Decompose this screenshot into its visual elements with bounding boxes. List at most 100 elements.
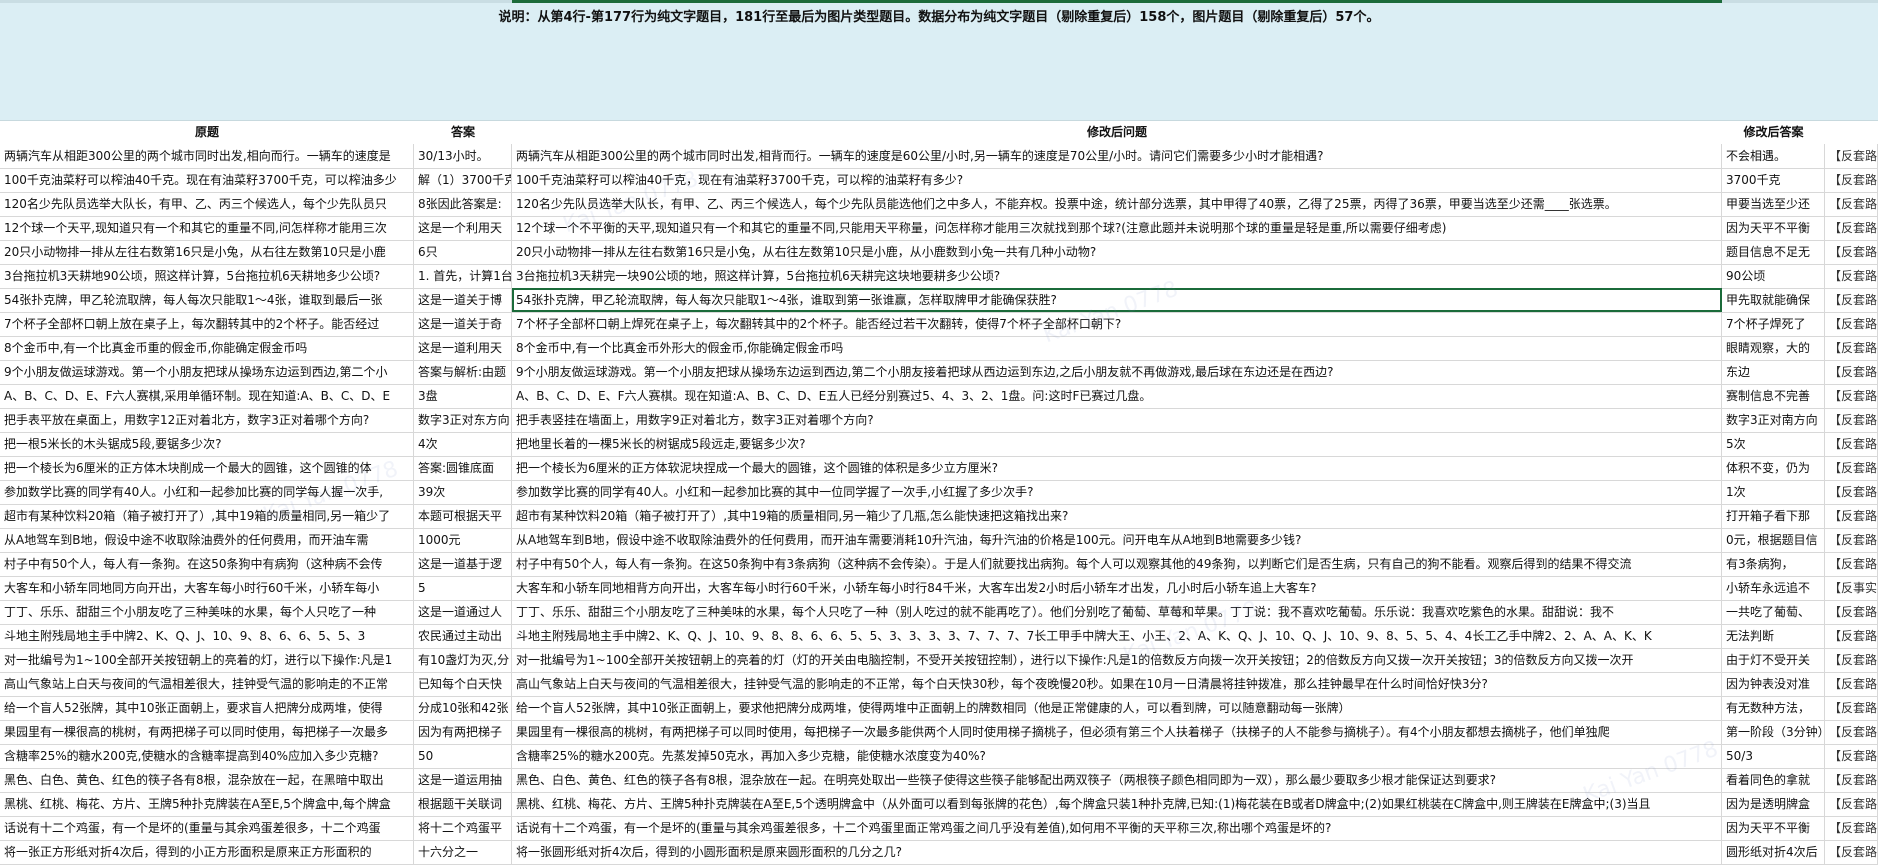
original-question-cell[interactable]: 7个杯子全部杯口朝上放在桌子上，每次翻转其中的2个杯子。能否经过 [0, 312, 414, 336]
modified-question-cell[interactable]: 高山气象站上白天与夜间的气温相差很大，挂钟受气温的影响走的不正常，每个白天快30… [512, 672, 1722, 696]
modified-answer-cell[interactable]: 因为天平不平衡 [1722, 216, 1825, 240]
modified-question-cell[interactable]: 把地里长着的一棵5米长的树锯成5段远走,要锯多少次? [512, 432, 1722, 456]
table-row[interactable]: 8个金币中,有一个比真金币重的假金币,你能确定假金币吗 这是一道利用天 8个金币中,… [0, 336, 1878, 361]
header-modified-answer[interactable]: 修改后答案 [1722, 123, 1825, 140]
modified-question-cell[interactable]: 9个小朋友做运球游戏。第一个小朋友把球从操场东边运到西边,第二个小朋友接着把球从… [512, 360, 1722, 384]
modified-question-cell[interactable]: 含糖率25%的糖水200克。先蒸发掉50克水，再加入多少克糖，能使糖水浓度变为4… [512, 744, 1722, 768]
table-row[interactable]: 参加数学比赛的同学有40人。小红和一起参加比赛的同学每人握一次手, 39次 参加数学… [0, 480, 1878, 505]
original-question-cell[interactable]: 12个球一个天平,现知道只有一个和其它的重量不同,问怎样称才能用三次 [0, 216, 414, 240]
tag-cell[interactable]: 【反套路】 [1825, 528, 1878, 552]
modified-question-cell[interactable]: 丁丁、乐乐、甜甜三个小朋友吃了三种美味的水果，每个人只吃了一种（别人吃过的就不能… [512, 600, 1722, 624]
modified-question-cell[interactable]: 54张扑克牌，甲乙轮流取牌，每人每次只能取1～4张，谁取到第一张谁赢，怎样取牌甲… [512, 288, 1722, 312]
original-question-cell[interactable]: A、B、C、D、E、F六人赛棋,采用单循环制。现在知道:A、B、C、D、E [0, 384, 414, 408]
original-question-cell[interactable]: 对一批编号为1~100全部开关按钮朝上的亮着的灯，进行以下操作:凡是1 [0, 648, 414, 672]
table-row[interactable]: 把一个棱长为6厘米的正方体木块削成一个最大的圆锥，这个圆锥的体 答案:圆锥底面 把一… [0, 456, 1878, 481]
modified-question-cell[interactable]: 黑桃、红桃、梅花、方片、王牌5种扑克牌装在A至E,5个透明牌盒中（从外面可以看到… [512, 792, 1722, 816]
original-question-cell[interactable]: 含糖率25%的糖水200克,使糖水的含糖率提高到40%应加入多少克糖? [0, 744, 414, 768]
modified-question-cell[interactable]: 从A地驾车到B地，假设中途不收取除油费外的任何费用，而开油车需要消耗10升汽油，… [512, 528, 1722, 552]
table-row[interactable]: 果园里有一棵很高的桃树，有两把梯子可以同时使用，每把梯子一次最多 因为有两把梯子果… [0, 720, 1878, 745]
answer-cell[interactable]: 1. 首先，计算1台 [414, 264, 512, 288]
tag-cell[interactable]: 【反套路】 [1825, 480, 1878, 504]
answer-cell[interactable]: 1000元 [414, 528, 512, 552]
table-row[interactable]: 120名少先队员选举大队长，有甲、乙、丙三个候选人，每个少先队员只 8张因此答案是… [0, 192, 1878, 217]
original-question-cell[interactable]: 把一个棱长为6厘米的正方体木块削成一个最大的圆锥，这个圆锥的体 [0, 456, 414, 480]
answer-cell[interactable]: 30/13小时。 [414, 144, 512, 168]
modified-answer-cell[interactable]: 赛制信息不完善 [1722, 384, 1825, 408]
answer-cell[interactable]: 已知每个白天快 [414, 672, 512, 696]
answer-cell[interactable]: 有10盏灯为灭,分 [414, 648, 512, 672]
table-row[interactable]: 从A地驾车到B地，假设中途不收取除油费外的任何费用，而开油车需 1000元 从A地驾… [0, 528, 1878, 553]
modified-answer-cell[interactable]: 有3条病狗， [1722, 552, 1825, 576]
modified-answer-cell[interactable]: 甲先取就能确保 [1722, 288, 1825, 312]
tag-cell[interactable]: 【反套路】 [1825, 240, 1878, 264]
tag-cell[interactable]: 【反套路】 [1825, 624, 1878, 648]
table-row[interactable]: 超市有某种饮料20箱（箱子被打开了）,其中19箱的质量相同,另一箱少了 本题可根据… [0, 504, 1878, 529]
tag-cell[interactable]: 【反套路】 [1825, 456, 1878, 480]
modified-answer-cell[interactable]: 7个杯子焊死了 [1722, 312, 1825, 336]
modified-answer-cell[interactable]: 无法判断 [1722, 624, 1825, 648]
original-question-cell[interactable]: 高山气象站上白天与夜间的气温相差很大，挂钟受气温的影响走的不正常 [0, 672, 414, 696]
modified-question-cell[interactable]: 3台拖拉机3天耕完一块90公顷的地，照这样计算，5台拖拉机6天耕完这块地要耕多少… [512, 264, 1722, 288]
modified-answer-cell[interactable]: 眼睛观察，大的 [1722, 336, 1825, 360]
original-question-cell[interactable]: 54张扑克牌，甲乙轮流取牌，每人每次只能取1～4张，谁取到最后一张 [0, 288, 414, 312]
tag-cell[interactable]: 【反套路】 [1825, 840, 1878, 864]
modified-question-cell[interactable]: 12个球一个不平衡的天平,现知道只有一个和其它的重量不同,只能用天平称量，问怎样… [512, 216, 1722, 240]
tag-cell[interactable]: 【反套路】 [1825, 192, 1878, 216]
modified-question-cell[interactable]: 大客车和小轿车同地相背方向开出，大客车每小时行60千米，小轿车每小时行84千米，… [512, 576, 1722, 600]
table-row[interactable]: 话说有十二个鸡蛋，有一个是坏的(重量与其余鸡蛋差很多，十二个鸡蛋 将十二个鸡蛋平话… [0, 816, 1878, 841]
modified-answer-cell[interactable]: 不会相遇。 [1722, 144, 1825, 168]
modified-answer-cell[interactable]: 一共吃了葡萄、 [1722, 600, 1825, 624]
original-question-cell[interactable]: 黑色、白色、黄色、红色的筷子各有8根，混杂放在一起，在黑暗中取出 [0, 768, 414, 792]
tag-cell[interactable]: 【反套路】 [1825, 552, 1878, 576]
answer-cell[interactable]: 数字3正对东方向 [414, 408, 512, 432]
modified-question-cell[interactable]: 对一批编号为1~100全部开关按钮朝上的亮着的灯（灯的开关由电脑控制，不受开关按… [512, 648, 1722, 672]
tag-cell[interactable]: 【反套路】 [1825, 360, 1878, 384]
tag-cell[interactable]: 【反套路】 [1825, 672, 1878, 696]
original-question-cell[interactable]: 把手表平放在桌面上，用数字12正对着北方，数字3正对着哪个方向? [0, 408, 414, 432]
table-row[interactable]: 对一批编号为1~100全部开关按钮朝上的亮着的灯，进行以下操作:凡是1 有10盏灯… [0, 648, 1878, 673]
modified-answer-cell[interactable]: 90公顷 [1722, 264, 1825, 288]
modified-answer-cell[interactable]: 因为天平不平衡 [1722, 816, 1825, 840]
table-row[interactable]: 把一根5米长的木头锯成5段,要锯多少次? 4次 把地里长着的一棵5米长的树锯成5段远… [0, 432, 1878, 457]
answer-cell[interactable]: 这是一道基于逻 [414, 552, 512, 576]
original-question-cell[interactable]: 100千克油菜籽可以榨油40千克。现在有油菜籽3700千克，可以榨油多少 [0, 168, 414, 192]
answer-cell[interactable]: 4次 [414, 432, 512, 456]
original-question-cell[interactable]: 丁丁、乐乐、甜甜三个小朋友吃了三种美味的水果，每个人只吃了一种 [0, 600, 414, 624]
modified-answer-cell[interactable]: 3700千克 [1722, 168, 1825, 192]
modified-answer-cell[interactable]: 50/3 [1722, 744, 1825, 768]
original-question-cell[interactable]: 9个小朋友做运球游戏。第一个小朋友把球从操场东边运到西边,第二个小 [0, 360, 414, 384]
modified-answer-cell[interactable]: 东边 [1722, 360, 1825, 384]
tag-cell[interactable]: 【反套路】 [1825, 432, 1878, 456]
table-row[interactable]: 将一张正方形纸对折4次后，得到的小正方形面积是原来正方形面积的 十六分之一 将一张圆… [0, 840, 1878, 865]
modified-question-cell[interactable]: A、B、C、D、E、F六人赛棋。现在知道:A、B、C、D、E五人已经分别赛过5、… [512, 384, 1722, 408]
answer-cell[interactable]: 答案与解析:由题 [414, 360, 512, 384]
modified-question-cell[interactable]: 参加数学比赛的同学有40人。小红和一起参加比赛的其中一位同学握了一次手,小红握了… [512, 480, 1722, 504]
table-row[interactable]: 斗地主附残局地主手中牌2、K、Q、J、10、9、8、6、6、5、5、3 农民通过主… [0, 624, 1878, 649]
original-question-cell[interactable]: 黑桃、红桃、梅花、方片、王牌5种扑克牌装在A至E,5个牌盒中,每个牌盒 [0, 792, 414, 816]
original-question-cell[interactable]: 果园里有一棵很高的桃树，有两把梯子可以同时使用，每把梯子一次最多 [0, 720, 414, 744]
modified-question-cell[interactable]: 斗地主附残局地主手中牌2、K、Q、J、10、9、8、8、6、6、5、5、3、3、… [512, 624, 1722, 648]
modified-question-cell[interactable]: 把一个棱长为6厘米的正方体软泥块捏成一个最大的圆锥，这个圆锥的体积是多少立方厘米… [512, 456, 1722, 480]
modified-answer-cell[interactable]: 第一阶段（3分钟） [1722, 720, 1825, 744]
tag-cell[interactable]: 【反套路】 [1825, 264, 1878, 288]
answer-cell[interactable]: 本题可根据天平 [414, 504, 512, 528]
table-row[interactable]: 3台拖拉机3天耕地90公顷，照这样计算，5台拖拉机6天耕地多少公顷? 1. 首先，… [0, 264, 1878, 289]
modified-question-cell[interactable]: 20只小动物排一排从左往右数第16只是小兔，从右往左数第10只是小鹿，从小鹿数到… [512, 240, 1722, 264]
answer-cell[interactable]: 这是一道关于奇 [414, 312, 512, 336]
answer-cell[interactable]: 8张因此答案是: [414, 192, 512, 216]
tag-cell[interactable]: 【反套路】 [1825, 144, 1878, 168]
table-row[interactable]: 黑桃、红桃、梅花、方片、王牌5种扑克牌装在A至E,5个牌盒中,每个牌盒 根据题干关… [0, 792, 1878, 817]
tag-cell[interactable]: 【反套路】 [1825, 312, 1878, 336]
tag-cell[interactable]: 【反套路】 [1825, 816, 1878, 840]
original-question-cell[interactable]: 斗地主附残局地主手中牌2、K、Q、J、10、9、8、6、6、5、5、3 [0, 624, 414, 648]
original-question-cell[interactable]: 3台拖拉机3天耕地90公顷，照这样计算，5台拖拉机6天耕地多少公顷? [0, 264, 414, 288]
answer-cell[interactable]: 答案:圆锥底面 [414, 456, 512, 480]
modified-question-cell[interactable]: 100千克油菜籽可以榨油40千克，现在有油菜籽3700千克，可以榨的油菜籽有多少… [512, 168, 1722, 192]
answer-cell[interactable]: 39次 [414, 480, 512, 504]
answer-cell[interactable]: 分成10张和42张 [414, 696, 512, 720]
note-row[interactable]: 说明：从第4行-第177行为纯文字题目，181行至最后为图片类型题目。数据分布为… [0, 0, 1878, 121]
table-row[interactable]: 7个杯子全部杯口朝上放在桌子上，每次翻转其中的2个杯子。能否经过 这是一道关于奇 7… [0, 312, 1878, 337]
table-row[interactable]: 黑色、白色、黄色、红色的筷子各有8根，混杂放在一起，在黑暗中取出 这是一道运用抽黑… [0, 768, 1878, 793]
tag-cell[interactable]: 【反套路】 [1825, 744, 1878, 768]
modified-question-cell[interactable]: 8个金币中,有一个比真金币外形大的假金币,你能确定假金币吗 [512, 336, 1722, 360]
